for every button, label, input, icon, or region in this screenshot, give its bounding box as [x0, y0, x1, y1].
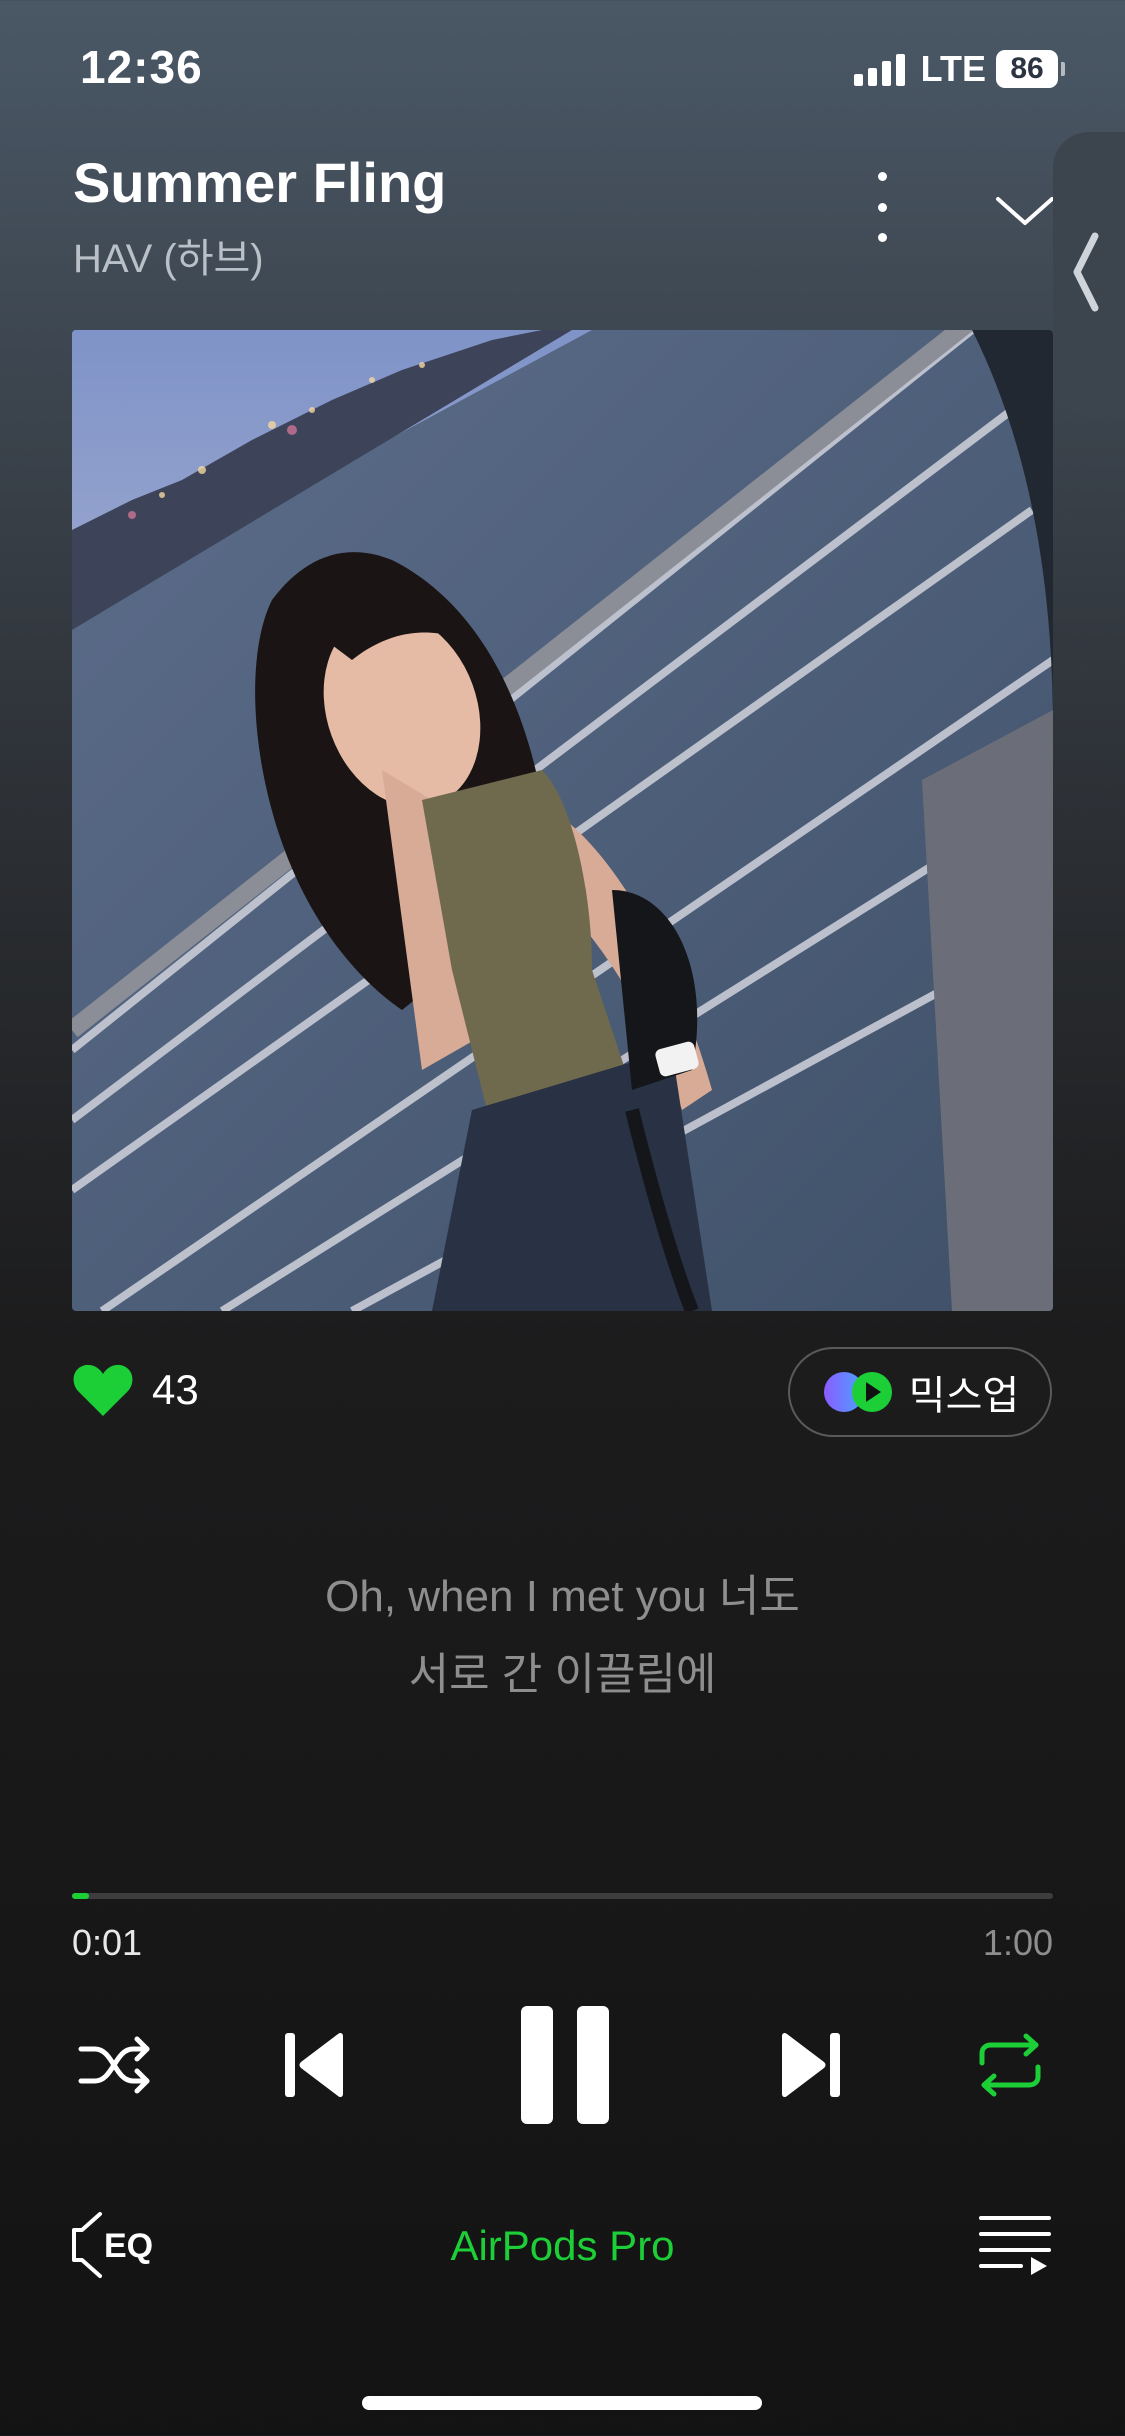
home-indicator[interactable]: [362, 2396, 762, 2410]
side-panel-tab[interactable]: [1053, 132, 1125, 415]
like-count: 43: [152, 1366, 199, 1413]
signal-icon: [853, 52, 905, 86]
album-art[interactable]: [72, 330, 1053, 1311]
album-photo: [72, 330, 1053, 1311]
mixup-button[interactable]: 믹스업: [788, 1347, 1052, 1437]
total-time: 1:00: [982, 1922, 1053, 1963]
previous-track-button[interactable]: [270, 2020, 360, 2110]
battery-level: 86: [996, 50, 1058, 88]
chevron-down-icon: [996, 197, 1054, 225]
dot: [877, 172, 887, 181]
mixup-label: 믹스업: [908, 1374, 1020, 1418]
shuffle-button[interactable]: [70, 2030, 160, 2100]
artist-name[interactable]: HAV (하브): [73, 226, 264, 284]
shuffle-icon: [78, 2036, 150, 2094]
pause-icon: [521, 2006, 609, 2124]
repeat-icon: [979, 2033, 1041, 2097]
more-options-button[interactable]: [862, 172, 902, 242]
song-title: Summer Fling: [73, 151, 447, 214]
playlist-icon: [979, 2216, 1051, 2275]
pause-button[interactable]: [505, 2000, 625, 2130]
elapsed-time: 0:01: [72, 1922, 143, 1963]
network-type: LTE: [920, 48, 986, 89]
like-row: 43: [72, 1362, 199, 1418]
mixup-icon: [823, 1372, 892, 1412]
chevron-left-icon: [1073, 232, 1099, 312]
repeat-button[interactable]: [965, 2025, 1055, 2105]
next-track-button[interactable]: [765, 2020, 855, 2110]
output-device-label[interactable]: AirPods Pro: [0, 2222, 1125, 2270]
progress-fill: [72, 1893, 89, 1899]
progress-bar[interactable]: [72, 1893, 1053, 1899]
lyric-line[interactable]: 서로 간 이끌림에: [0, 1638, 1125, 1702]
lyric-line[interactable]: Oh, when I met you 너도: [0, 1560, 1125, 1624]
dot: [877, 233, 887, 242]
previous-icon: [285, 2032, 343, 2098]
next-icon: [782, 2032, 840, 2098]
status-indicators: LTE 86: [853, 48, 1065, 90]
status-time: 12:36: [80, 41, 203, 93]
heart-icon[interactable]: [72, 1362, 134, 1418]
playlist-button[interactable]: [975, 2210, 1055, 2280]
battery-icon: 86: [996, 50, 1065, 88]
collapse-button[interactable]: [990, 185, 1060, 235]
dot: [877, 202, 887, 212]
